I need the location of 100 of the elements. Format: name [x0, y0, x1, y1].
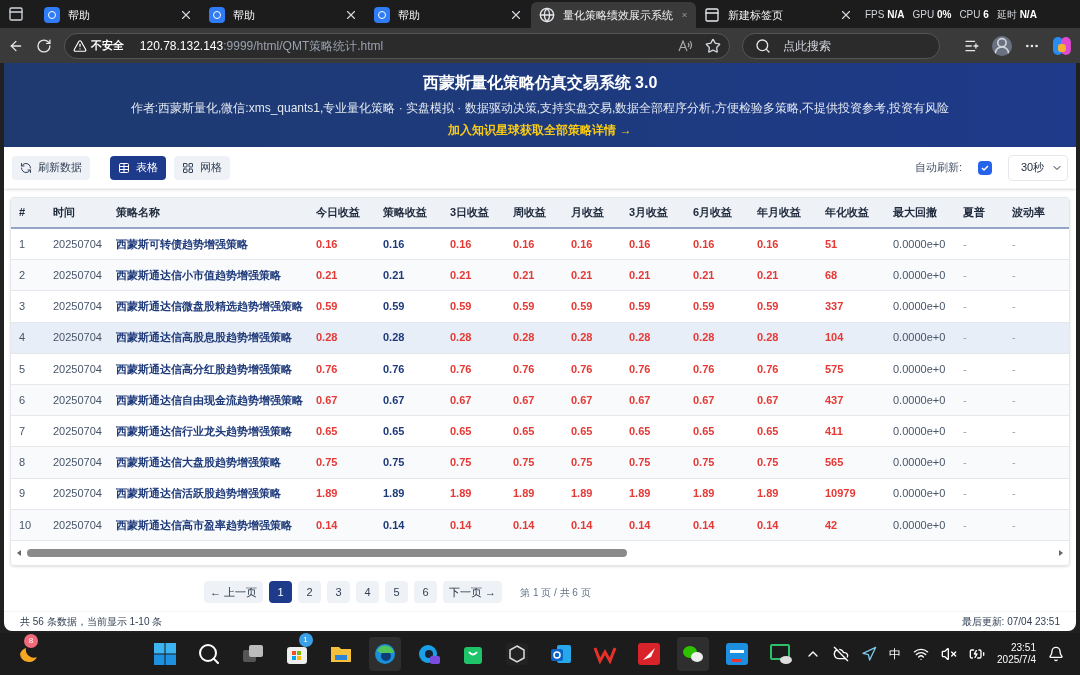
page-button[interactable]: 4	[356, 581, 380, 604]
table-cell-text: 西蒙斯通达信高股息股趋势增强策略	[116, 330, 293, 346]
auto-refresh-label: 自动刷新:	[914, 160, 962, 176]
table-cell-text: 42	[825, 517, 839, 533]
column-header: 波动率	[1012, 205, 1046, 221]
scroll-left-icon[interactable]	[15, 548, 23, 557]
table-row[interactable]: 10 20250704 西蒙斯通达信高市盈率趋势增强策略 0.14 0.14 0.14 0.14 0.14 0.14 0.14 0.14 42 0.0000e+0 - -	[11, 509, 1069, 541]
join-link[interactable]: 加入知识星球获取全部策略详情 →	[448, 121, 632, 139]
refresh-button[interactable]: 刷新数据	[12, 155, 90, 180]
view-tab[interactable]: 表格	[110, 155, 166, 180]
table-cell-text: 1.89	[513, 486, 536, 502]
table-cell-text: 1.89	[693, 486, 716, 502]
page-button[interactable]: 2	[298, 581, 322, 604]
table-cell-text: 0.16	[450, 236, 473, 252]
tab-title: 帮助	[398, 7, 421, 23]
table-row[interactable]: 2 20250704 西蒙斯通达信小市值趋势增强策略 0.21 0.21 0.21 0.21 0.21 0.21 0.21 0.21 68 0.0000e+0 - -	[11, 260, 1069, 292]
table-cell-text: -	[963, 330, 968, 346]
table-cell-text: -	[1012, 361, 1017, 377]
table-row[interactable]: 5 20250704 西蒙斯通达信高分红股趋势增强策略 0.76 0.76 0.76 0.76 0.76 0.76 0.76 0.76 575 0.0000e+0 - -	[11, 353, 1069, 385]
avatar-icon[interactable]	[992, 35, 1013, 56]
scroll-right-icon[interactable]	[1057, 548, 1065, 557]
table-cell-text: 1.89	[757, 486, 780, 502]
table-cell-text: 0.28	[450, 330, 473, 346]
table-row[interactable]: 7 20250704 西蒙斯通达信行业龙头趋势增强策略 0.65 0.65 0.65 0.65 0.65 0.65 0.65 0.65 411 0.0000e+0 - -	[11, 416, 1069, 448]
column-header: 时间	[53, 205, 76, 221]
browser-tab[interactable]: 帮助	[36, 2, 201, 28]
table-cell-text: 西蒙斯通达信小市值趋势增强策略	[116, 268, 282, 284]
table-cell-text: 0.76	[693, 361, 716, 377]
page-button[interactable]: 5	[385, 581, 409, 604]
mute-icon[interactable]	[941, 646, 958, 662]
prev-page-button[interactable]: ← 上一页	[204, 581, 264, 604]
table-cell-text: 0.67	[513, 392, 536, 408]
table-cell-text: 0.59	[450, 299, 473, 315]
table-cell-text: 20250704	[53, 330, 103, 346]
close-icon[interactable]	[179, 8, 193, 22]
table-cell-text: 0.59	[513, 299, 536, 315]
search-field[interactable]: 点此搜索	[741, 32, 941, 59]
clock-date[interactable]: 2025/7/4	[997, 654, 1036, 667]
reload-icon[interactable]	[35, 37, 52, 54]
read-aloud-icon[interactable]	[676, 37, 693, 54]
table-row[interactable]: 4 20250704 西蒙斯通达信高股息股趋势增强策略 0.28 0.28 0.28 0.28 0.28 0.28 0.28 0.28 104 0.0000e+0 - -	[11, 322, 1069, 354]
table-cell-text: 0.65	[693, 423, 716, 439]
browser-tab[interactable]: 量化策略绩效展示系统	[531, 2, 696, 28]
scrollbar-thumb[interactable]	[27, 548, 627, 557]
next-page-button[interactable]: 下一页 →	[443, 581, 503, 604]
close-icon[interactable]	[839, 8, 853, 22]
close-icon[interactable]	[509, 8, 523, 22]
table-cell-text: 0.14	[693, 517, 716, 533]
auto-refresh-checkbox[interactable]	[978, 160, 992, 175]
wifi-icon[interactable]	[913, 646, 930, 662]
table-icon	[118, 161, 130, 174]
column-header: 今日收益	[316, 205, 361, 221]
page-title: 西蒙斯量化策略仿真交易系统 3.0	[422, 73, 658, 93]
table-cell-text: -	[1012, 268, 1017, 284]
cloud-off-icon[interactable]	[833, 646, 850, 662]
page-button[interactable]: 1	[269, 581, 293, 604]
table-cell-text: 0.16	[571, 236, 594, 252]
page-button[interactable]: 6	[414, 581, 438, 604]
table-cell-text: 6	[19, 392, 27, 408]
browser-tab[interactable]: 新建标签页	[696, 2, 861, 28]
table-cell-text: 0.75	[316, 455, 339, 471]
table-cell-text: 0.16	[513, 236, 536, 252]
table-cell-text: 0.76	[757, 361, 780, 377]
table-row[interactable]: 8 20250704 西蒙斯通达信大盘股趋势增强策略 0.75 0.75 0.75 0.75 0.75 0.75 0.75 0.75 565 0.0000e+0 - -	[11, 447, 1069, 479]
perf-stat: FPS N/A	[865, 8, 905, 22]
ime-indicator[interactable]: 中	[889, 645, 902, 663]
table-cell-text: 0.28	[316, 330, 339, 346]
table-cell-text: 西蒙斯通达信活跃股趋势增强策略	[116, 486, 282, 502]
browser-tab[interactable]: 帮助	[201, 2, 366, 28]
close-icon[interactable]	[344, 8, 358, 22]
browser-tab[interactable]: 帮助	[366, 2, 531, 28]
column-header: 年月收益	[757, 205, 802, 221]
table-row[interactable]: 3 20250704 西蒙斯通达信微盘股精选趋势增强策略 0.59 0.59 0.59 0.59 0.59 0.59 0.59 0.59 337 0.0000e+0 - -	[11, 291, 1069, 323]
table-cell-text: 437	[825, 392, 845, 408]
table-row[interactable]: 9 20250704 西蒙斯通达信活跃股趋势增强策略 1.89 1.89 1.89 1.89 1.89 1.89 1.89 1.89 10979 0.0000e+0 - -	[11, 478, 1069, 510]
battery-icon[interactable]	[969, 646, 986, 662]
table-cell-text: 西蒙斯通达信大盘股趋势增强策略	[116, 455, 282, 471]
table-cell-text: 西蒙斯可转债趋势增强策略	[116, 236, 249, 252]
table-cell-text: 0.59	[693, 299, 716, 315]
page-button[interactable]: 3	[327, 581, 351, 604]
copilot-icon[interactable]	[1052, 35, 1072, 56]
navigation-icon[interactable]	[861, 646, 878, 662]
table-row[interactable]: 1 20250704 西蒙斯可转债趋势增强策略 0.16 0.16 0.16 0.16 0.16 0.16 0.16 0.16 51 0.0000e+0 - -	[11, 229, 1069, 261]
table-cell-text: 0.0000e+0	[893, 330, 947, 346]
favorite-icon[interactable]	[704, 37, 721, 54]
table-cell-text: -	[1012, 486, 1017, 502]
view-tab[interactable]: 网格	[174, 155, 230, 180]
table-row[interactable]: 6 20250704 西蒙斯通达信自由现金流趋势增强策略 0.67 0.67 0.67 0.67 0.67 0.67 0.67 0.67 437 0.0000e+0 - -	[11, 384, 1069, 417]
tab-title: 量化策略绩效展示系统	[563, 7, 673, 23]
table-cell-text: 0.75	[757, 455, 780, 471]
tab-actions-icon[interactable]	[8, 6, 24, 22]
table-cell-text: 0.67	[316, 392, 339, 408]
table-cell-text: 0.21	[629, 268, 652, 284]
table-cell-text: 8	[19, 455, 27, 471]
interval-select[interactable]: 30秒	[1008, 154, 1068, 181]
bell-icon[interactable]	[1048, 646, 1064, 662]
address-bar[interactable]: 不安全 120.78.132.143:9999/html/QMT策略统计.html	[63, 32, 730, 59]
page-info: 第 1 页 / 共 6 页	[520, 585, 591, 600]
table-cell-text: -	[1012, 423, 1017, 439]
clock-time[interactable]: 23:51	[1010, 641, 1036, 654]
